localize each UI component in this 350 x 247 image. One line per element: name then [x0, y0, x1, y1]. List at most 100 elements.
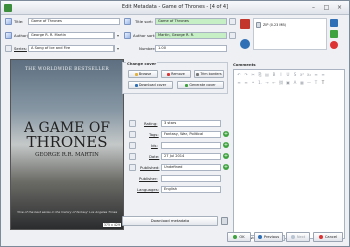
title-label: Title:: [14, 19, 24, 24]
paste-icon[interactable]: ▤: [264, 72, 270, 78]
previous-button[interactable]: Previous: [254, 232, 283, 242]
clear-format-icon[interactable]: T: [313, 80, 319, 86]
align-right-icon[interactable]: ≡: [236, 80, 242, 86]
formats-list[interactable]: ZIP (0.23 MB): [253, 18, 327, 50]
download-cover-button[interactable]: Download cover: [128, 81, 173, 89]
series-number-input[interactable]: 1.00: [155, 45, 227, 52]
next-button[interactable]: Next: [286, 232, 310, 242]
align-center-icon[interactable]: ≡: [320, 72, 326, 78]
numbered-list-icon[interactable]: 1.: [257, 80, 263, 86]
generate-cover-label: Generate cover: [189, 83, 216, 87]
ok-label: OK: [239, 235, 245, 239]
info-icon[interactable]: [240, 39, 250, 49]
clear-tags-icon[interactable]: [129, 131, 136, 138]
languages-label: Languages:: [137, 187, 159, 192]
clear-published-icon[interactable]: [129, 164, 136, 171]
trim-borders-button[interactable]: Trim borders: [194, 70, 224, 78]
author-sort-input[interactable]: Martin, George R. R.: [155, 32, 227, 39]
cancel-button[interactable]: Cancel: [313, 232, 343, 242]
copy-icon[interactable]: ⎘: [257, 72, 263, 78]
languages-input[interactable]: English: [161, 186, 221, 193]
series-dropdown[interactable]: [114, 45, 120, 52]
browse-label: Browse: [138, 72, 152, 76]
clear-title-sort-icon[interactable]: [229, 18, 236, 25]
redo-icon[interactable]: ↷: [243, 72, 249, 78]
book-icon: [240, 19, 250, 29]
background-color-icon[interactable]: ▦: [299, 80, 305, 86]
authors-edit-icon[interactable]: [5, 32, 12, 39]
bold-icon[interactable]: B: [271, 72, 277, 78]
set-cover-from-format-icon[interactable]: [330, 30, 338, 38]
clear-series-icon[interactable]: [5, 45, 12, 52]
ids-input[interactable]: [161, 142, 221, 149]
number-label: Number:: [139, 46, 156, 51]
title-input[interactable]: Game of Thrones: [28, 18, 120, 25]
browse-cover-button[interactable]: Browse: [128, 70, 158, 78]
download-icon: [134, 83, 138, 87]
change-cover-group: [122, 62, 228, 94]
foreground-color-icon[interactable]: A: [292, 80, 298, 86]
minimize-button[interactable]: –: [310, 4, 317, 11]
date-label: Date:: [149, 154, 160, 159]
justify-icon[interactable]: ≡: [243, 80, 249, 86]
tags-label: Tags:: [149, 132, 159, 137]
strikethrough-icon[interactable]: S: [292, 72, 298, 78]
title-case-icon[interactable]: [5, 18, 12, 25]
author-sort-label: Author sort:: [133, 33, 156, 38]
series-input[interactable]: A Song of Ice and Fire: [28, 45, 114, 52]
ids-label: Ids:: [151, 143, 158, 148]
published-label: Published:: [140, 165, 160, 170]
underline-icon[interactable]: U: [285, 72, 291, 78]
date-today-icon[interactable]: +: [223, 153, 229, 159]
close-window-button[interactable]: ×: [336, 4, 343, 11]
clear-rating-icon[interactable]: [129, 120, 136, 127]
add-format-icon[interactable]: [330, 19, 338, 27]
comments-editor[interactable]: ↶ ↷ ✂ ⎘ ▤ B I U S x² x₂ ≡ ≡ ≡ ≡ • 1. → ←…: [233, 69, 345, 239]
published-today-icon[interactable]: +: [223, 164, 229, 170]
maximize-button[interactable]: □: [323, 4, 330, 11]
ok-button[interactable]: OK: [227, 232, 251, 242]
rating-label: Rating:: [144, 121, 158, 126]
generate-cover-button[interactable]: Generate cover: [177, 81, 224, 89]
download-metadata-label: Download metadata: [150, 218, 190, 223]
paste-isbn-icon[interactable]: +: [223, 142, 229, 148]
format-item-zip[interactable]: ZIP (0.23 MB): [263, 23, 286, 27]
published-input[interactable]: Undefined: [161, 164, 221, 171]
link-icon[interactable]: ⛓: [278, 80, 284, 86]
clear-ids-icon[interactable]: [129, 142, 136, 149]
cut-icon[interactable]: ✂: [250, 72, 256, 78]
remove-cover-button[interactable]: Remove: [161, 70, 191, 78]
change-cover-heading: Change cover: [126, 61, 158, 66]
indent-icon[interactable]: →: [264, 80, 270, 86]
outdent-icon[interactable]: ←: [271, 80, 277, 86]
date-input[interactable]: 27 Jul 2014: [161, 153, 221, 160]
clear-date-icon[interactable]: [129, 153, 136, 160]
cover-size-label: 375 x 429: [102, 223, 121, 227]
cover-tagline: THE WORLDWIDE BESTSELLER: [24, 67, 110, 72]
superscript-icon[interactable]: x²: [299, 72, 305, 78]
edit-tags-icon[interactable]: +: [223, 131, 229, 137]
remove-format-icon[interactable]: [330, 41, 338, 49]
authors-input[interactable]: George R. R. Martin: [28, 32, 114, 39]
publisher-input[interactable]: [161, 175, 221, 182]
download-metadata-button[interactable]: Download metadata: [122, 216, 218, 226]
download-cover-label: Download cover: [138, 83, 167, 87]
folder-icon: [134, 72, 138, 76]
remove-icon: [167, 72, 171, 76]
hr-icon[interactable]: —: [306, 80, 312, 86]
rating-select[interactable]: 3 stars: [161, 120, 221, 127]
swap-author-sort-icon[interactable]: [124, 32, 131, 39]
tags-input[interactable]: Fantasy, War, Political: [161, 131, 221, 138]
clear-author-sort-icon[interactable]: [229, 32, 236, 39]
align-left-icon[interactable]: ≡: [313, 72, 319, 78]
text-icon[interactable]: T: [320, 80, 326, 86]
authors-dropdown[interactable]: [114, 32, 120, 39]
configure-download-icon[interactable]: [221, 217, 228, 225]
italic-icon[interactable]: I: [278, 72, 284, 78]
undo-icon[interactable]: ↶: [236, 72, 242, 78]
title-sort-input[interactable]: Game of Thrones: [155, 18, 227, 25]
subscript-icon[interactable]: x₂: [306, 72, 312, 78]
swap-title-sort-icon[interactable]: [124, 18, 131, 25]
bullet-list-icon[interactable]: •: [250, 80, 256, 86]
image-icon[interactable]: ▣: [285, 80, 291, 86]
